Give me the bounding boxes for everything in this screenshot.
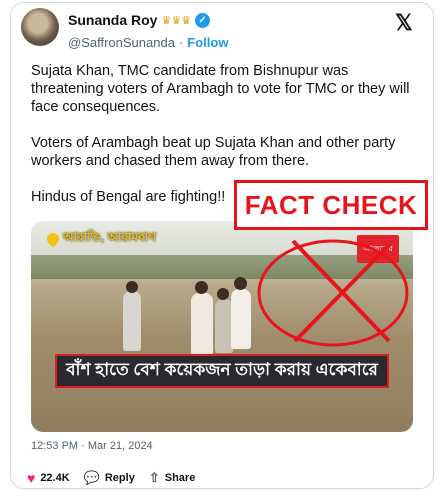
- heart-icon: ♥: [27, 470, 36, 486]
- tweet-paragraph: Voters of Arambagh beat up Sujata Khan a…: [31, 135, 396, 169]
- reply-label: Reply: [104, 472, 135, 484]
- tweet-paragraph: Sujata Khan, TMC candidate from Bishnupu…: [31, 63, 410, 115]
- video-caption: বাঁশ হাতে বেশ কয়েকজন তাড়া করায় একেবার…: [55, 354, 389, 388]
- avatar[interactable]: [21, 8, 59, 46]
- fact-check-stamp: FACT CHECK: [234, 180, 428, 230]
- share-label: Share: [164, 472, 196, 484]
- tweet-video[interactable]: আরাণ্ডি, আরামবাগ আজকের বাঁশ হাতে বেশ কয়…: [31, 221, 413, 432]
- speech-bubble-icon: 💬: [83, 470, 100, 485]
- tweet-timestamp[interactable]: 12:53 PM · Mar 21, 2024: [31, 440, 153, 452]
- video-location-tag: আরাণ্ডি, আরামবাগ: [44, 229, 157, 249]
- author-handle-row: @SaffronSunanda · Follow: [68, 35, 228, 50]
- location-pin-icon: [44, 230, 62, 248]
- video-person: [191, 293, 213, 355]
- cross-out-circle: [257, 239, 409, 347]
- cross-out-mark: [257, 239, 409, 347]
- separator-dot: ·: [178, 35, 184, 50]
- share-icon: ⇧: [148, 470, 160, 485]
- video-person-head: [217, 288, 229, 300]
- video-person: [231, 289, 251, 349]
- follow-button[interactable]: Follow: [187, 35, 228, 50]
- video-person-head: [195, 281, 208, 294]
- like-count: 22.4K: [40, 472, 70, 484]
- crown-icon: ♛♛♛: [161, 14, 192, 27]
- reply-button[interactable]: 💬 Reply: [84, 470, 135, 486]
- share-button[interactable]: ⇧ Share: [149, 470, 195, 486]
- video-person-head: [234, 277, 247, 290]
- author-name-row: Sunanda Roy ♛♛♛ ✓: [68, 12, 211, 28]
- like-button[interactable]: ♥ 22.4K: [27, 470, 70, 486]
- author-handle[interactable]: @SaffronSunanda: [68, 35, 175, 50]
- verified-badge-icon: ✓: [195, 12, 211, 28]
- tweet-actions: ♥ 22.4K 💬 Reply ⇧ Share: [27, 470, 195, 486]
- video-person-head: [126, 281, 138, 293]
- author-display-name[interactable]: Sunanda Roy: [68, 12, 157, 28]
- video-location-text: আরাণ্ডি, আরামবাগ: [63, 230, 157, 244]
- x-logo-icon[interactable]: 𝕏: [395, 10, 413, 36]
- video-person: [123, 291, 141, 351]
